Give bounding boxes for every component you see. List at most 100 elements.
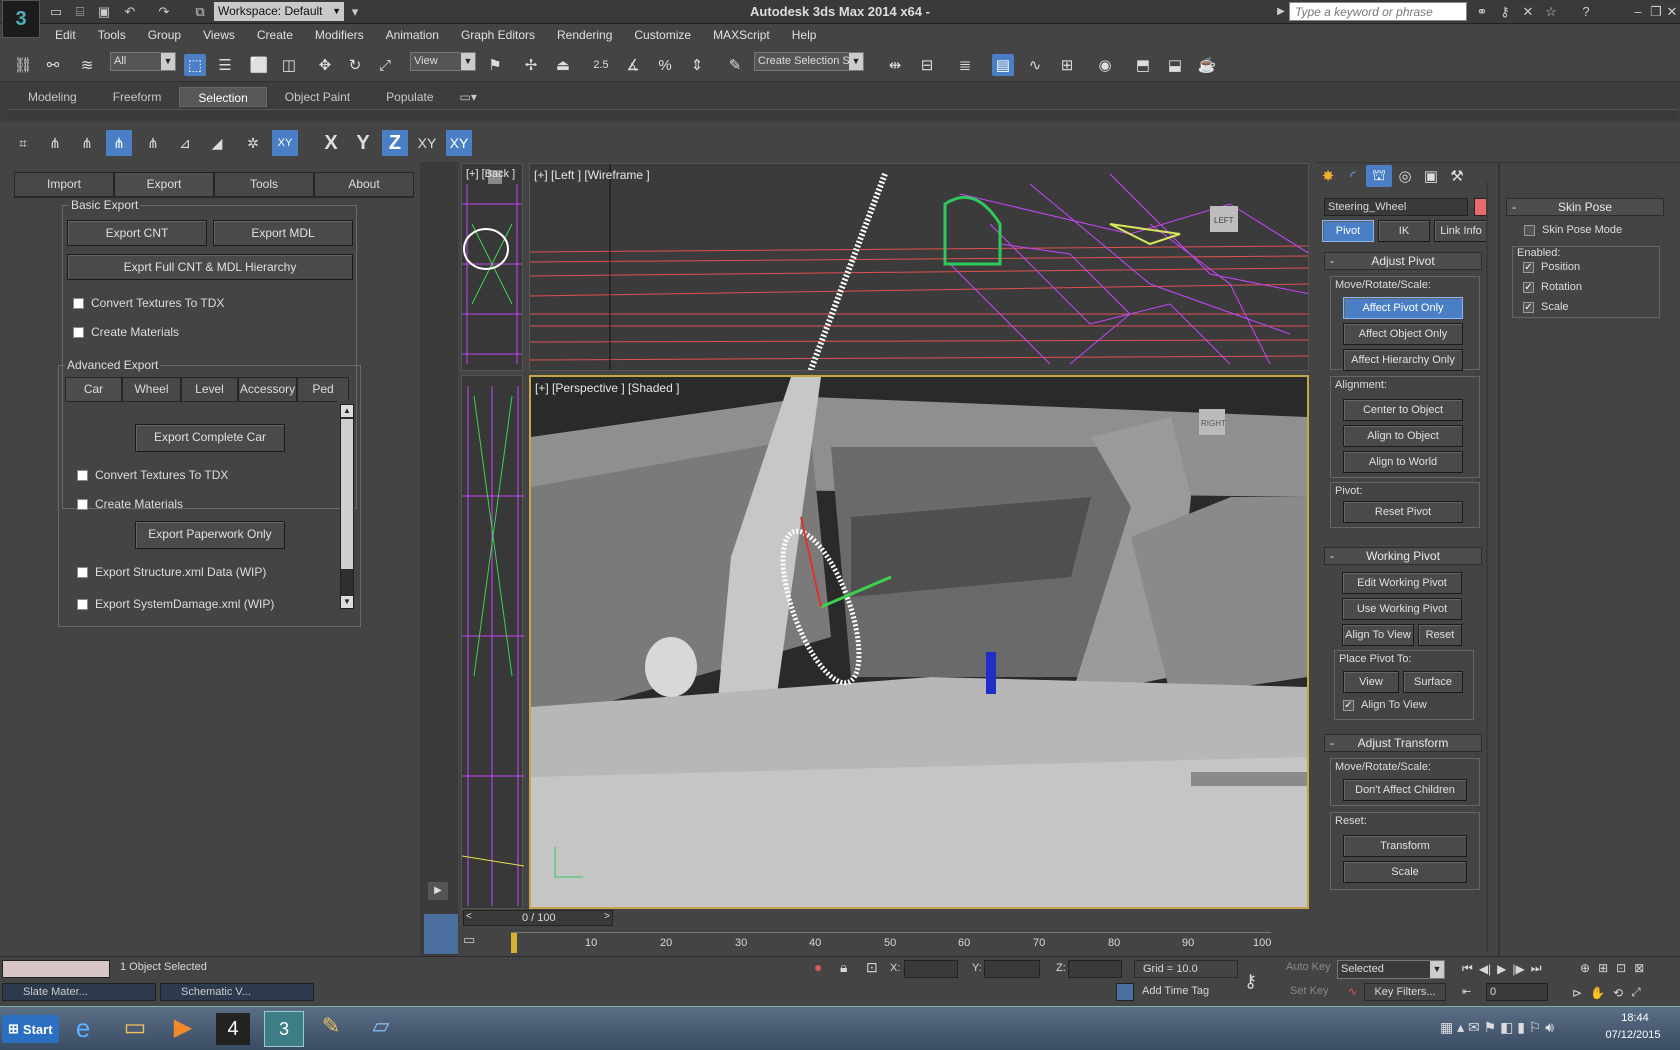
affect-hierarchy-only-button[interactable]: Affect Hierarchy Only — [1343, 349, 1463, 371]
subtab-level[interactable]: Level — [181, 377, 238, 401]
menu-animation[interactable]: Animation — [375, 28, 450, 42]
export-mdl-button[interactable]: Export MDL — [213, 220, 353, 246]
rotation-checkbox[interactable]: ✓ Rotation — [1523, 281, 1582, 293]
scroll-down-icon[interactable]: ▼ — [341, 596, 353, 608]
play-arrow-icon[interactable]: ▶ — [428, 882, 448, 900]
add-time-tag-label[interactable]: Add Time Tag — [1142, 985, 1209, 997]
export-complete-car-button[interactable]: Export Complete Car — [135, 424, 285, 452]
3dsmax-taskbar-icon[interactable]: 3 — [264, 1011, 304, 1047]
previous-frame-icon[interactable]: ◀| — [1479, 962, 1491, 976]
checkbox-box[interactable] — [73, 297, 84, 309]
key-filters-icon[interactable]: ∿ — [1348, 985, 1357, 998]
ribbon-toggle-icon[interactable]: ▤ — [992, 54, 1014, 76]
snap-xy-plane-icon[interactable]: XY — [272, 130, 298, 156]
pivot-center-icon[interactable]: ⚑ — [484, 54, 506, 76]
snap-pivot-icon[interactable]: ⋔ — [42, 130, 68, 156]
advanced-scrollbar[interactable]: ▲ ▼ — [340, 404, 354, 609]
align-to-world-button[interactable]: Align to World — [1343, 451, 1463, 473]
checkbox-checked-icon[interactable]: ✓ — [1523, 301, 1534, 313]
snap-endpoint-icon[interactable]: ⋔ — [106, 130, 132, 156]
keyboard-shortcut-override-icon[interactable]: ⏏ — [552, 54, 574, 76]
scale-checkbox[interactable]: ✓ Scale — [1523, 301, 1569, 313]
file-explorer-icon[interactable]: ▭ — [118, 1013, 152, 1045]
x-coordinate-field[interactable] — [904, 960, 958, 978]
close-icon[interactable]: ✕ — [1664, 4, 1680, 20]
paint-icon[interactable]: ✎ — [314, 1013, 348, 1045]
axis-z-button[interactable]: Z — [382, 130, 408, 156]
menu-customize[interactable]: Customize — [623, 28, 702, 42]
key-mode-toggle-icon[interactable]: ⇤ — [1462, 985, 1471, 998]
checkbox-box[interactable] — [77, 469, 88, 481]
ribbon-tab-freeform[interactable]: Freeform — [95, 87, 180, 107]
app-4-icon[interactable]: 4 — [216, 1013, 250, 1045]
create-materials-checkbox[interactable]: Create Materials — [73, 325, 179, 339]
select-scale-icon[interactable]: ⤢ — [374, 54, 396, 76]
checkbox-box[interactable] — [77, 598, 88, 610]
ribbon-tab-object-paint[interactable]: Object Paint — [267, 87, 368, 107]
snap-vertex-icon[interactable]: ⋔ — [74, 130, 100, 156]
app-logo[interactable]: 3 — [2, 0, 40, 38]
adjust-pivot-rollout-header[interactable]: - Adjust Pivot — [1324, 252, 1482, 270]
affect-pivot-only-button[interactable]: Affect Pivot Only — [1343, 297, 1463, 319]
orbit-icon[interactable]: ⟲ — [1613, 986, 1623, 1000]
object-name-field[interactable]: Steering_Wheel — [1324, 198, 1468, 216]
scroll-thumb[interactable] — [341, 419, 353, 569]
skin-pose-rollout-header[interactable]: - Skin Pose — [1506, 198, 1664, 216]
manipulate-icon[interactable]: ✢ — [520, 54, 542, 76]
play-icon[interactable]: ▶ — [1497, 962, 1506, 976]
save-icon[interactable]: ▣ — [96, 4, 112, 20]
menu-help[interactable]: Help — [781, 28, 828, 42]
tab-export[interactable]: Export — [114, 172, 214, 197]
center-to-object-button[interactable]: Center to Object — [1343, 399, 1463, 421]
viewport-left[interactable]: [+] [Left ] [Wireframe ] LEFT — [529, 163, 1309, 371]
export-structure-checkbox[interactable]: Export Structure.xml Data (WIP) — [77, 565, 266, 579]
working-pivot-rollout-header[interactable]: - Working Pivot — [1324, 547, 1482, 565]
bind-space-warp-icon[interactable]: ≋ — [76, 54, 98, 76]
select-rotate-icon[interactable]: ↻ — [344, 54, 366, 76]
start-button[interactable]: ⊞ Start — [2, 1015, 59, 1043]
curve-editor-icon[interactable]: ∿ — [1024, 54, 1046, 76]
binoculars-icon[interactable]: ⚭ — [1474, 4, 1490, 20]
snaps-toggle-icon[interactable]: 2.5 — [590, 54, 612, 76]
menu-views[interactable]: Views — [192, 28, 246, 42]
adjust-transform-rollout-header[interactable]: - Adjust Transform — [1324, 734, 1482, 752]
use-working-pivot-button[interactable]: Use Working Pivot — [1342, 598, 1462, 620]
viewport-perspective-label[interactable]: [+] [Perspective ] [Shaded ] — [535, 381, 679, 395]
ribbon-tab-populate[interactable]: Populate — [368, 87, 451, 107]
link-info-tab-button[interactable]: Link Info — [1434, 220, 1488, 242]
link-icon[interactable]: ⛓ — [12, 54, 34, 76]
viewcube-left-label[interactable]: LEFT — [1214, 216, 1234, 225]
percent-snap-icon[interactable]: % — [654, 54, 676, 76]
time-tag-icon[interactable] — [1116, 983, 1134, 1001]
place-surface-button[interactable]: Surface — [1403, 671, 1463, 693]
track-bar-toggle-icon[interactable]: ▭ — [463, 932, 481, 950]
render-production-icon[interactable]: ☕ — [1196, 54, 1218, 76]
go-to-start-icon[interactable]: ⏮ — [1462, 961, 1473, 976]
unlink-icon[interactable]: ⚯ — [42, 54, 64, 76]
material-editor-icon[interactable]: ◉ — [1094, 54, 1116, 76]
export-system-damage-checkbox[interactable]: Export SystemDamage.xml (WIP) — [77, 597, 274, 611]
field-of-view-icon[interactable]: ⊳ — [1572, 986, 1582, 1000]
minimized-schematic-view[interactable]: Schematic V... — [160, 983, 314, 1001]
project-folder-icon[interactable]: ⧉ — [192, 4, 208, 20]
key-icon[interactable]: ⚷ — [1244, 971, 1257, 992]
align-to-view-checkbox[interactable]: ✓ Align To View — [1343, 699, 1427, 711]
menu-group[interactable]: Group — [137, 28, 192, 42]
notepad-icon[interactable]: ▱ — [364, 1013, 398, 1045]
motion-panel-icon[interactable]: ◎ — [1392, 165, 1418, 187]
display-panel-icon[interactable]: ▣ — [1418, 165, 1444, 187]
minimize-icon[interactable]: – — [1630, 4, 1646, 20]
favorites-icon[interactable]: ☆ — [1543, 4, 1559, 20]
subtab-ped[interactable]: Ped — [297, 377, 349, 401]
viewport-back-label[interactable]: [+] [Back ] — [466, 168, 515, 180]
communication-icon[interactable]: ✕ — [1520, 4, 1536, 20]
snap-grid-points-icon[interactable]: ⌗ — [10, 130, 36, 156]
convert-textures-checkbox[interactable]: Convert Textures To TDX — [73, 296, 224, 310]
workspace-dropdown[interactable]: Workspace: Default ▼ — [214, 2, 344, 21]
selection-lock-icon[interactable]: 🔒︎ — [840, 959, 847, 976]
auto-key-button[interactable]: Auto Key — [1286, 961, 1331, 973]
current-frame-marker[interactable] — [511, 933, 517, 953]
modify-panel-icon[interactable]: ◜ — [1340, 165, 1366, 187]
ribbon-tab-selection[interactable]: Selection — [179, 87, 267, 107]
selection-filter-dropdown[interactable]: All ▼ — [110, 52, 176, 71]
